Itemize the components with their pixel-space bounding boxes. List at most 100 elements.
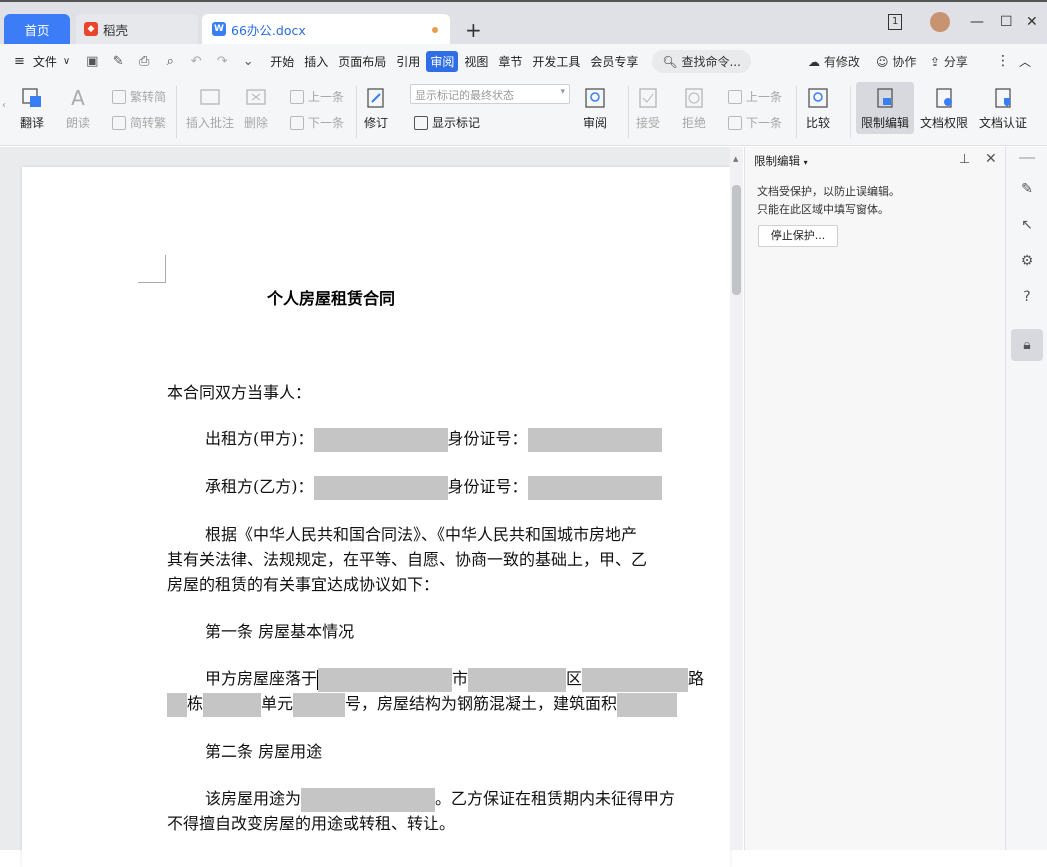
- location-city-field[interactable]: [468, 667, 567, 692]
- doc-cert-icon: [991, 86, 1015, 110]
- avatar[interactable]: [930, 12, 950, 32]
- command-search-label: 查找命令...: [681, 54, 741, 69]
- doc-cert-button[interactable]: 文档认证: [979, 86, 1027, 131]
- print-icon[interactable]: ⎙: [136, 53, 152, 69]
- reject-label: 拒绝: [682, 116, 707, 130]
- redo-icon[interactable]: ↷: [214, 53, 230, 69]
- collab-button[interactable]: ☺ 协作: [876, 53, 916, 70]
- hamburger-icon[interactable]: ≡: [14, 54, 25, 69]
- command-search[interactable]: 🔍︎ 查找命令...: [652, 49, 751, 73]
- simp-trad-label: 简转繁: [130, 116, 167, 130]
- revise-button[interactable]: 修订: [364, 86, 388, 131]
- chevron-down-icon[interactable]: ∨: [63, 56, 70, 67]
- tab-home-label: 首页: [24, 22, 50, 38]
- format-painter-icon[interactable]: ✎: [110, 53, 126, 69]
- vertical-scrollbar[interactable]: ▲: [730, 147, 743, 850]
- next-change-button[interactable]: 下一条: [728, 114, 782, 131]
- markup-state-select[interactable]: 显示标记的最终状态 ▾: [410, 84, 570, 104]
- title-bar: 首页 ◆ 稻壳 W 66办公.docx + 1 — ☐ ✕: [0, 0, 1047, 44]
- scrollbar-thumb[interactable]: [732, 185, 741, 295]
- writer-doc-icon: W: [212, 22, 226, 36]
- lessee-label: 承租方(乙方)：: [205, 477, 314, 496]
- menu-view[interactable]: 视图: [460, 51, 492, 72]
- page-count-icon[interactable]: 1: [888, 14, 903, 30]
- menu-page-layout[interactable]: 页面布局: [334, 51, 390, 72]
- undo-icon[interactable]: ↶: [188, 53, 204, 69]
- lessor-line: 出租方(甲方)： 身份证号：: [205, 425, 662, 452]
- scroll-up-icon[interactable]: ▲: [733, 155, 738, 163]
- maximize-icon[interactable]: ☐: [1000, 14, 1013, 30]
- lessor-id-field[interactable]: [527, 427, 662, 452]
- show-markup-label: 显示标记: [432, 116, 481, 130]
- pin-icon[interactable]: ⊥: [959, 152, 970, 167]
- menu-reference[interactable]: 引用: [392, 51, 424, 72]
- tab-document-label: 66办公.docx: [231, 22, 306, 38]
- minimize-icon[interactable]: —: [970, 14, 984, 30]
- menu-file[interactable]: 文件: [29, 51, 61, 72]
- prev-comment-button[interactable]: 上一条: [290, 88, 344, 105]
- select-cursor-icon[interactable]: ↖: [1017, 215, 1037, 235]
- panel-close-icon[interactable]: ✕: [985, 151, 997, 167]
- tab-daoke[interactable]: ◆ 稻壳: [76, 14, 198, 44]
- lessee-id-label: 身份证号：: [447, 477, 528, 496]
- review-pane-button[interactable]: 审阅: [583, 86, 607, 131]
- document-page[interactable]: 个人房屋租赁合同 本合同双方当事人： 出租方(甲方)： 身份证号： 承租方(乙方)…: [22, 167, 730, 867]
- stop-protect-button[interactable]: 停止保护...: [758, 225, 838, 247]
- district-label: 区: [566, 669, 583, 688]
- read-aloud-button[interactable]: A 朗读: [66, 86, 90, 131]
- translate-icon: [20, 86, 44, 110]
- unit-field[interactable]: [293, 692, 346, 717]
- save-icon[interactable]: ▣: [84, 53, 100, 69]
- menu-insert[interactable]: 插入: [300, 51, 332, 72]
- help-icon[interactable]: ?: [1017, 287, 1037, 307]
- menu-review[interactable]: 审阅: [426, 50, 459, 72]
- reject-button[interactable]: 拒绝: [682, 86, 706, 131]
- building-field[interactable]: [203, 692, 262, 717]
- tab-home[interactable]: 首页: [4, 14, 70, 44]
- more-quick-icon[interactable]: ⌄: [240, 53, 256, 69]
- pen-icon[interactable]: ✎: [1017, 179, 1037, 199]
- lessee-id-field[interactable]: [527, 475, 662, 500]
- close-icon[interactable]: ✕: [1026, 14, 1038, 30]
- show-markup-button[interactable]: 显示标记: [414, 114, 480, 131]
- settings-sliders-icon[interactable]: ⚙: [1017, 251, 1037, 271]
- menu-start[interactable]: 开始: [266, 51, 298, 72]
- modified-button[interactable]: ☁ 有修改: [808, 53, 860, 70]
- translate-button[interactable]: 翻译: [20, 86, 44, 131]
- para1-line1: 根据《中华人民共和国合同法》、《中华人民共和国城市房地产: [205, 525, 638, 544]
- lessee-name-field[interactable]: [313, 475, 448, 500]
- menu-dev-tools[interactable]: 开发工具: [528, 51, 584, 72]
- location-road-field[interactable]: [167, 692, 187, 717]
- delete-comment-label: 删除: [244, 116, 269, 130]
- lessor-name-field[interactable]: [313, 427, 448, 452]
- prev-change-button[interactable]: 上一条: [728, 88, 782, 105]
- delete-comment-button[interactable]: 删除: [244, 86, 268, 131]
- location-district-field[interactable]: [582, 667, 689, 692]
- panel-title[interactable]: 限制编辑 ▾: [754, 153, 808, 169]
- compare-icon: [806, 86, 830, 110]
- print-preview-icon[interactable]: ⌕: [162, 53, 178, 69]
- next-comment-button[interactable]: 下一条: [290, 114, 344, 131]
- location-province-field[interactable]: [318, 667, 453, 692]
- compare-button[interactable]: 比较: [806, 86, 830, 131]
- new-tab-button[interactable]: +: [465, 18, 482, 42]
- simp-to-trad-button[interactable]: 简转繁: [112, 114, 166, 131]
- accept-button[interactable]: 接受: [636, 86, 660, 131]
- tab-document[interactable]: W 66办公.docx: [202, 14, 450, 44]
- document-title: 个人房屋租赁合同: [267, 289, 396, 308]
- menu-chapter[interactable]: 章节: [494, 51, 526, 72]
- area-field[interactable]: [617, 692, 678, 717]
- collapse-ribbon-icon[interactable]: ︿: [1019, 53, 1031, 70]
- ribbon-scroll-left-icon[interactable]: ‹: [2, 100, 6, 111]
- reject-icon: [682, 86, 706, 110]
- more-icon[interactable]: ⋮: [996, 53, 1010, 69]
- ribbon-review: ‹ 翻译 A 朗读 繁转简 简转繁 插入批注 删除 上一条 下一条 修订 显示标…: [0, 78, 1047, 146]
- insert-comment-button[interactable]: 插入批注: [186, 86, 234, 131]
- doc-permission-button[interactable]: 文档权限: [920, 86, 968, 131]
- share-button[interactable]: ⇪ 分享: [930, 53, 968, 70]
- restrict-edit-button[interactable]: 限制编辑: [856, 82, 914, 134]
- use-field[interactable]: [301, 787, 436, 812]
- trad-to-simp-button[interactable]: 繁转简: [112, 88, 166, 105]
- menu-member[interactable]: 会员专享: [586, 51, 642, 72]
- lock-icon[interactable]: 🔒︎: [1011, 329, 1043, 361]
